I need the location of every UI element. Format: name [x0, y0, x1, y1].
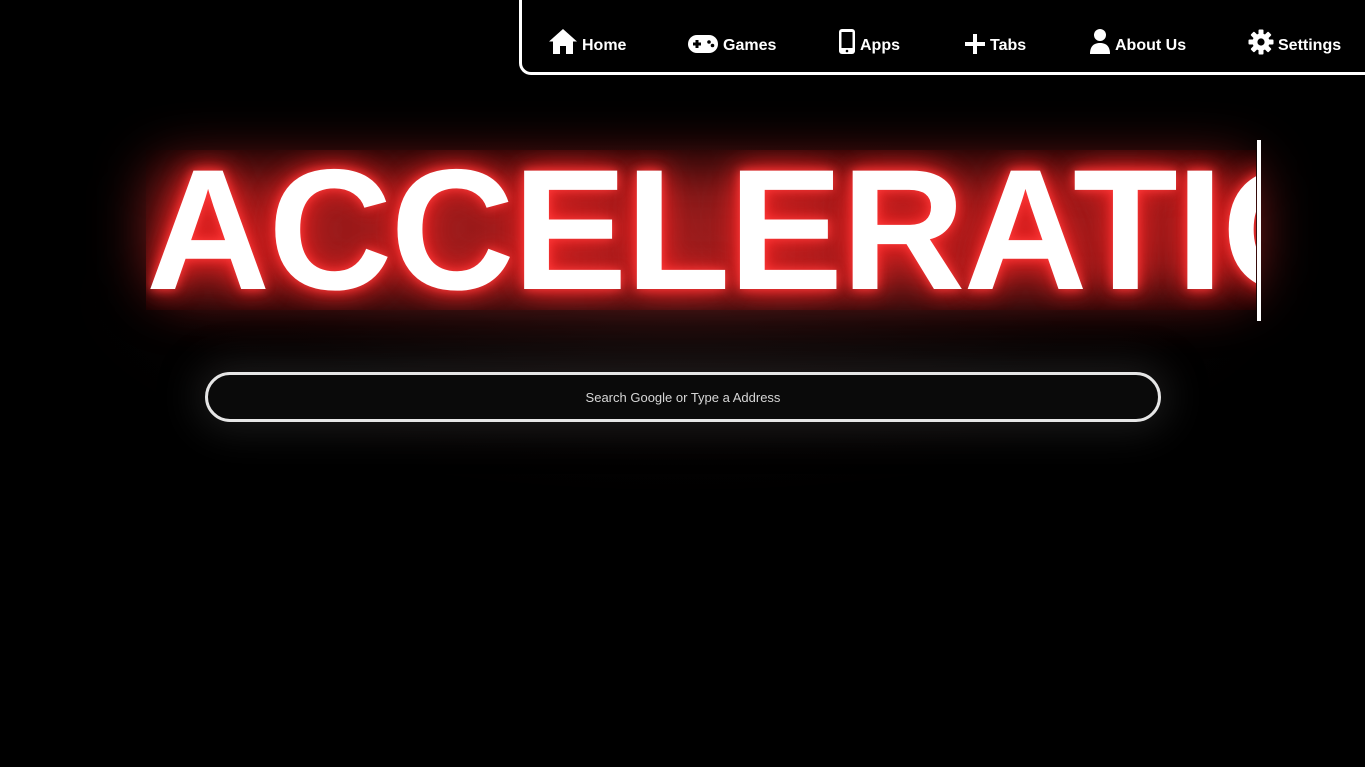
top-nav: Home Games Apps Tabs About Us Settings: [519, 0, 1365, 75]
nav-apps[interactable]: Apps: [838, 21, 900, 55]
gamepad-icon: [687, 33, 719, 55]
search-input[interactable]: [205, 372, 1161, 422]
gear-icon: [1248, 29, 1274, 55]
nav-apps-label: Apps: [860, 37, 900, 54]
page: Home Games Apps Tabs About Us Settings A…: [0, 0, 1365, 767]
user-icon: [1089, 28, 1111, 55]
nav-settings-label: Settings: [1278, 37, 1342, 54]
nav-tabs-label: Tabs: [990, 37, 1027, 54]
nav-games[interactable]: Games: [687, 21, 776, 55]
hero-title: ACCELERATION: [146, 150, 1256, 310]
mobile-icon: [838, 28, 856, 55]
nav-settings[interactable]: Settings: [1248, 21, 1341, 55]
plus-icon: [964, 33, 986, 55]
text-caret: [1257, 140, 1261, 321]
nav-about-us-label: About Us: [1115, 37, 1187, 54]
nav-home[interactable]: Home: [548, 21, 626, 55]
nav-home-label: Home: [582, 37, 627, 54]
nav-tabs[interactable]: Tabs: [964, 21, 1026, 55]
nav-about-us[interactable]: About Us: [1089, 21, 1186, 55]
home-icon: [548, 28, 578, 55]
nav-games-label: Games: [723, 37, 777, 54]
